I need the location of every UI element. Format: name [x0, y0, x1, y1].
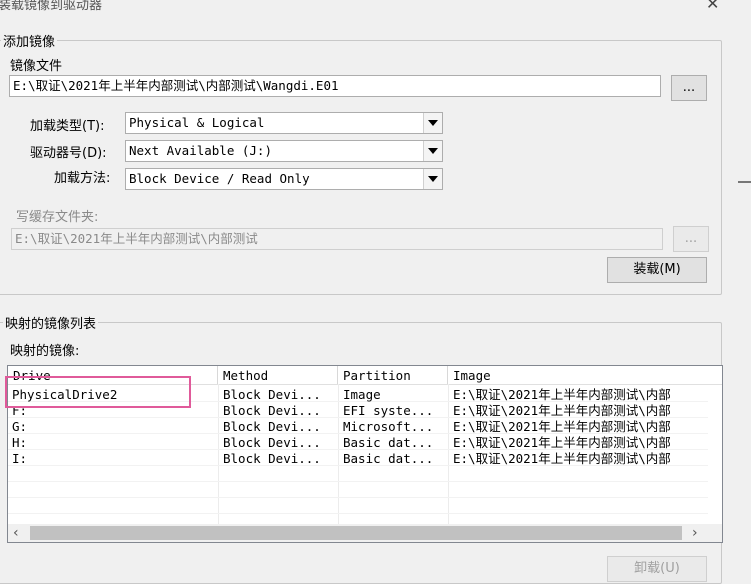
- cell-drive: G:: [12, 419, 28, 434]
- cell-image: E:\取证\2021年上半年内部测试\内部: [453, 419, 671, 434]
- mount-method-select[interactable]: Block Device / Read Only: [125, 168, 443, 190]
- drive-letter-label: 驱动器号(D):: [30, 146, 107, 161]
- cell-method: Block Devi...: [223, 387, 321, 402]
- window-title: 装载镜像到驱动器: [0, 0, 103, 13]
- row-divider: [8, 513, 708, 514]
- browse-cache-button: ...: [673, 226, 709, 252]
- cell-drive: H:: [12, 435, 28, 450]
- mount-button[interactable]: 装载(M): [607, 257, 707, 283]
- table-row[interactable]: F: Block Devi... EFI syste... E:\取证\2021…: [8, 403, 708, 419]
- column-header-drive[interactable]: Drive: [8, 366, 218, 384]
- browse-image-button[interactable]: ...: [671, 75, 707, 101]
- window-edge-divider: [738, 181, 751, 183]
- list-header: Drive Method Partition Image: [8, 366, 722, 385]
- cell-partition: EFI syste...: [343, 403, 434, 418]
- cell-partition: Image: [343, 387, 381, 402]
- table-row[interactable]: H: Block Devi... Basic dat... E:\取证\2021…: [8, 435, 708, 451]
- column-header-image[interactable]: Image: [448, 366, 722, 384]
- cell-drive: I:: [12, 451, 28, 466]
- cell-drive: PhysicalDrive2: [12, 387, 118, 402]
- mapped-images-list[interactable]: Drive Method Partition Image PhysicalDri…: [7, 365, 723, 543]
- table-row[interactable]: I: Block Devi... Basic dat... E:\取证\2021…: [8, 451, 708, 467]
- add-image-legend: 添加镜像: [1, 31, 58, 50]
- mount-method-value: Block Device / Read Only: [129, 171, 310, 186]
- drive-letter-select[interactable]: Next Available (J:): [125, 140, 443, 162]
- cache-folder-field: E:\取证\2021年上半年内部测试\内部测试: [11, 228, 663, 250]
- image-file-field[interactable]: E:\取证\2021年上半年内部测试\内部测试\Wangdi.E01: [9, 75, 661, 97]
- cell-method: Block Devi...: [223, 419, 321, 434]
- mount-type-label: 加载类型(T):: [30, 119, 105, 134]
- table-row[interactable]: G: Block Devi... Microsoft... E:\取证\2021…: [8, 419, 708, 435]
- cell-image: E:\取证\2021年上半年内部测试\内部: [453, 451, 671, 466]
- row-divider: [8, 497, 708, 498]
- cell-partition: Microsoft...: [343, 419, 434, 434]
- column-header-method[interactable]: Method: [218, 366, 338, 384]
- table-row[interactable]: PhysicalDrive2 Block Devi... Image E:\取证…: [8, 387, 708, 403]
- cell-method: Block Devi...: [223, 403, 321, 418]
- cache-folder-label: 写缓存文件夹:: [16, 210, 99, 225]
- chevron-down-icon[interactable]: [423, 141, 442, 161]
- mount-type-value: Physical & Logical: [129, 115, 265, 130]
- cell-image: E:\取证\2021年上半年内部测试\内部: [453, 403, 671, 418]
- chevron-down-icon[interactable]: [423, 169, 442, 189]
- chevron-down-icon[interactable]: [423, 113, 442, 133]
- cell-method: Block Devi...: [223, 451, 321, 466]
- mapped-images-label: 映射的镜像:: [10, 344, 80, 359]
- mount-type-select[interactable]: Physical & Logical: [125, 112, 443, 134]
- scrollbar-thumb[interactable]: [30, 526, 682, 540]
- scroll-left-icon[interactable]: ‹: [13, 526, 19, 540]
- unmount-button: 卸载(U): [607, 556, 707, 582]
- cell-method: Block Devi...: [223, 435, 321, 450]
- cell-drive: F:: [12, 403, 28, 418]
- cell-image: E:\取证\2021年上半年内部测试\内部: [453, 387, 671, 402]
- mapped-images-legend: 映射的镜像列表: [3, 313, 99, 332]
- row-divider: [8, 481, 708, 482]
- scroll-right-icon[interactable]: ›: [692, 526, 698, 540]
- cell-image: E:\取证\2021年上半年内部测试\内部: [453, 435, 671, 450]
- close-icon[interactable]: ✕: [706, 0, 719, 13]
- drive-letter-value: Next Available (J:): [129, 143, 272, 158]
- cell-partition: Basic dat...: [343, 435, 434, 450]
- image-file-label: 镜像文件: [10, 59, 63, 74]
- column-header-partition[interactable]: Partition: [338, 366, 448, 384]
- horizontal-scrollbar[interactable]: ‹ ›: [8, 524, 722, 542]
- mount-method-label: 加载方法:: [54, 171, 111, 186]
- cell-partition: Basic dat...: [343, 451, 434, 466]
